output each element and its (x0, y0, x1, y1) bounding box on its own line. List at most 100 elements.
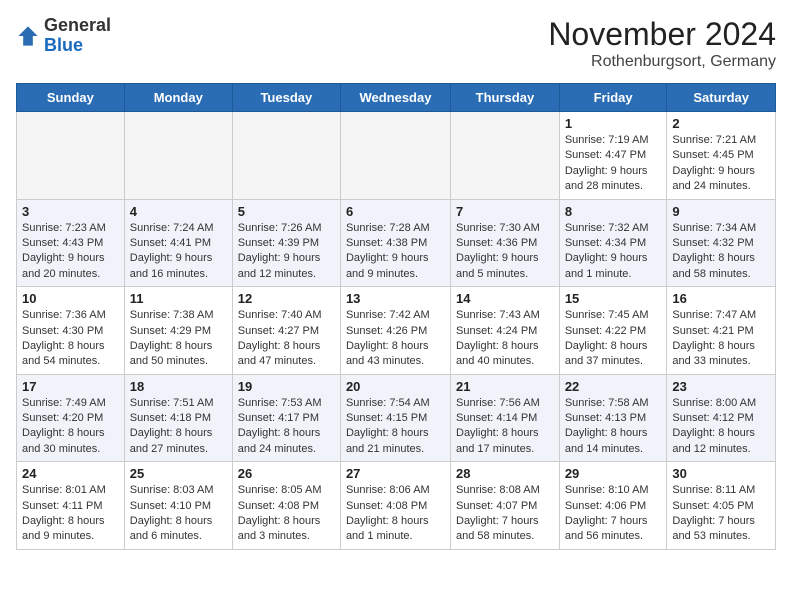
day-info: Sunrise: 8:05 AM Sunset: 4:08 PM Dayligh… (238, 483, 335, 545)
calendar-week-0: 1 Sunrise: 7:19 AM Sunset: 4:47 PM Daylig… (17, 112, 776, 200)
day-number: 8 (565, 204, 662, 219)
calendar-cell: 29 Sunrise: 8:10 AM Sunset: 4:06 PM Dayli… (559, 462, 667, 550)
day-info: Sunrise: 7:32 AM Sunset: 4:34 PM Dayligh… (565, 221, 662, 283)
calendar-cell: 17 Sunrise: 7:49 AM Sunset: 4:20 PM Dayli… (17, 374, 125, 462)
calendar-cell: 12Sunrise: 7:40 AM Sunset: 4:27 PM Dayli… (232, 287, 340, 375)
day-info: Sunrise: 7:49 AM Sunset: 4:20 PM Dayligh… (22, 396, 119, 458)
calendar-cell: 21Sunrise: 7:56 AM Sunset: 4:14 PM Dayli… (451, 374, 560, 462)
day-number: 10 (22, 291, 119, 306)
day-info: Sunrise: 8:06 AM Sunset: 4:08 PM Dayligh… (346, 483, 445, 545)
day-info: Sunrise: 8:11 AM Sunset: 4:05 PM Dayligh… (672, 483, 770, 545)
calendar-cell: 6Sunrise: 7:28 AM Sunset: 4:38 PM Daylig… (340, 199, 450, 287)
day-info: Sunrise: 7:34 AM Sunset: 4:32 PM Dayligh… (672, 221, 770, 283)
day-number: 4 (130, 204, 227, 219)
calendar-cell (232, 112, 340, 200)
calendar-cell: 14Sunrise: 7:43 AM Sunset: 4:24 PM Dayli… (451, 287, 560, 375)
calendar-cell: 30 Sunrise: 8:11 AM Sunset: 4:05 PM Dayli… (667, 462, 776, 550)
calendar-cell: 20Sunrise: 7:54 AM Sunset: 4:15 PM Dayli… (340, 374, 450, 462)
calendar-header-monday: Monday (124, 84, 232, 112)
calendar-cell: 3Sunrise: 7:23 AM Sunset: 4:43 PM Daylig… (17, 199, 125, 287)
calendar-cell: 4 Sunrise: 7:24 AM Sunset: 4:41 PM Daylig… (124, 199, 232, 287)
calendar-header-friday: Friday (559, 84, 667, 112)
day-info: Sunrise: 7:36 AM Sunset: 4:30 PM Dayligh… (22, 308, 119, 370)
day-number: 11 (130, 291, 227, 306)
logo-text: General Blue (44, 16, 111, 56)
calendar-cell: 13 Sunrise: 7:42 AM Sunset: 4:26 PM Dayli… (340, 287, 450, 375)
title-area: November 2024 Rothenburgsort, Germany (548, 16, 776, 71)
day-info: Sunrise: 7:47 AM Sunset: 4:21 PM Dayligh… (672, 308, 770, 370)
calendar-header-sunday: Sunday (17, 84, 125, 112)
calendar-cell: 11Sunrise: 7:38 AM Sunset: 4:29 PM Dayli… (124, 287, 232, 375)
day-number: 24 (22, 466, 119, 481)
day-info: Sunrise: 7:43 AM Sunset: 4:24 PM Dayligh… (456, 308, 554, 370)
day-number: 16 (672, 291, 770, 306)
day-info: Sunrise: 8:00 AM Sunset: 4:12 PM Dayligh… (672, 396, 770, 458)
calendar-cell: 5Sunrise: 7:26 AM Sunset: 4:39 PM Daylig… (232, 199, 340, 287)
day-info: Sunrise: 7:54 AM Sunset: 4:15 PM Dayligh… (346, 396, 445, 458)
day-number: 25 (130, 466, 227, 481)
calendar-cell (340, 112, 450, 200)
day-number: 13 (346, 291, 445, 306)
day-info: Sunrise: 7:51 AM Sunset: 4:18 PM Dayligh… (130, 396, 227, 458)
calendar-cell: 15 Sunrise: 7:45 AM Sunset: 4:22 PM Dayli… (559, 287, 667, 375)
calendar-cell: 26 Sunrise: 8:05 AM Sunset: 4:08 PM Dayli… (232, 462, 340, 550)
day-number: 9 (672, 204, 770, 219)
calendar-cell: 28Sunrise: 8:08 AM Sunset: 4:07 PM Dayli… (451, 462, 560, 550)
day-number: 21 (456, 379, 554, 394)
day-info: Sunrise: 7:45 AM Sunset: 4:22 PM Dayligh… (565, 308, 662, 370)
day-info: Sunrise: 7:42 AM Sunset: 4:26 PM Dayligh… (346, 308, 445, 370)
day-number: 1 (565, 116, 662, 131)
day-number: 26 (238, 466, 335, 481)
calendar-cell: 23 Sunrise: 8:00 AM Sunset: 4:12 PM Dayli… (667, 374, 776, 462)
calendar-header-tuesday: Tuesday (232, 84, 340, 112)
day-info: Sunrise: 8:08 AM Sunset: 4:07 PM Dayligh… (456, 483, 554, 545)
calendar-cell: 25 Sunrise: 8:03 AM Sunset: 4:10 PM Dayli… (124, 462, 232, 550)
day-number: 23 (672, 379, 770, 394)
month-title: November 2024 (548, 16, 776, 53)
logo-general: General (44, 16, 111, 36)
calendar-cell: 10 Sunrise: 7:36 AM Sunset: 4:30 PM Dayli… (17, 287, 125, 375)
logo-blue: Blue (44, 36, 111, 56)
day-number: 3 (22, 204, 119, 219)
calendar-cell: 18 Sunrise: 7:51 AM Sunset: 4:18 PM Dayli… (124, 374, 232, 462)
day-info: Sunrise: 7:53 AM Sunset: 4:17 PM Dayligh… (238, 396, 335, 458)
day-number: 30 (672, 466, 770, 481)
logo: General Blue (16, 16, 111, 56)
calendar-header-thursday: Thursday (451, 84, 560, 112)
day-info: Sunrise: 7:40 AM Sunset: 4:27 PM Dayligh… (238, 308, 335, 370)
day-info: Sunrise: 7:19 AM Sunset: 4:47 PM Dayligh… (565, 133, 662, 195)
calendar: SundayMondayTuesdayWednesdayThursdayFrid… (16, 83, 776, 550)
calendar-cell: 1 Sunrise: 7:19 AM Sunset: 4:47 PM Daylig… (559, 112, 667, 200)
calendar-cell: 2Sunrise: 7:21 AM Sunset: 4:45 PM Daylig… (667, 112, 776, 200)
day-info: Sunrise: 8:10 AM Sunset: 4:06 PM Dayligh… (565, 483, 662, 545)
day-number: 18 (130, 379, 227, 394)
calendar-cell: 7 Sunrise: 7:30 AM Sunset: 4:36 PM Daylig… (451, 199, 560, 287)
calendar-cell: 9 Sunrise: 7:34 AM Sunset: 4:32 PM Daylig… (667, 199, 776, 287)
day-number: 29 (565, 466, 662, 481)
calendar-week-2: 10 Sunrise: 7:36 AM Sunset: 4:30 PM Dayli… (17, 287, 776, 375)
day-number: 19 (238, 379, 335, 394)
calendar-header-saturday: Saturday (667, 84, 776, 112)
day-number: 22 (565, 379, 662, 394)
day-info: Sunrise: 7:21 AM Sunset: 4:45 PM Dayligh… (672, 133, 770, 195)
day-info: Sunrise: 7:26 AM Sunset: 4:39 PM Dayligh… (238, 221, 335, 283)
calendar-body: 1 Sunrise: 7:19 AM Sunset: 4:47 PM Daylig… (17, 112, 776, 550)
day-info: Sunrise: 7:30 AM Sunset: 4:36 PM Dayligh… (456, 221, 554, 283)
calendar-cell: 19 Sunrise: 7:53 AM Sunset: 4:17 PM Dayli… (232, 374, 340, 462)
location-title: Rothenburgsort, Germany (548, 53, 776, 71)
day-number: 27 (346, 466, 445, 481)
calendar-week-3: 17 Sunrise: 7:49 AM Sunset: 4:20 PM Dayli… (17, 374, 776, 462)
calendar-cell: 22Sunrise: 7:58 AM Sunset: 4:13 PM Dayli… (559, 374, 667, 462)
calendar-header-row: SundayMondayTuesdayWednesdayThursdayFrid… (17, 84, 776, 112)
calendar-week-4: 24Sunrise: 8:01 AM Sunset: 4:11 PM Dayli… (17, 462, 776, 550)
day-info: Sunrise: 7:24 AM Sunset: 4:41 PM Dayligh… (130, 221, 227, 283)
calendar-cell (124, 112, 232, 200)
day-number: 15 (565, 291, 662, 306)
day-number: 6 (346, 204, 445, 219)
calendar-cell: 24Sunrise: 8:01 AM Sunset: 4:11 PM Dayli… (17, 462, 125, 550)
day-number: 7 (456, 204, 554, 219)
header: General Blue November 2024 Rothenburgsor… (16, 16, 776, 71)
calendar-cell: 27 Sunrise: 8:06 AM Sunset: 4:08 PM Dayli… (340, 462, 450, 550)
day-info: Sunrise: 8:03 AM Sunset: 4:10 PM Dayligh… (130, 483, 227, 545)
day-number: 17 (22, 379, 119, 394)
